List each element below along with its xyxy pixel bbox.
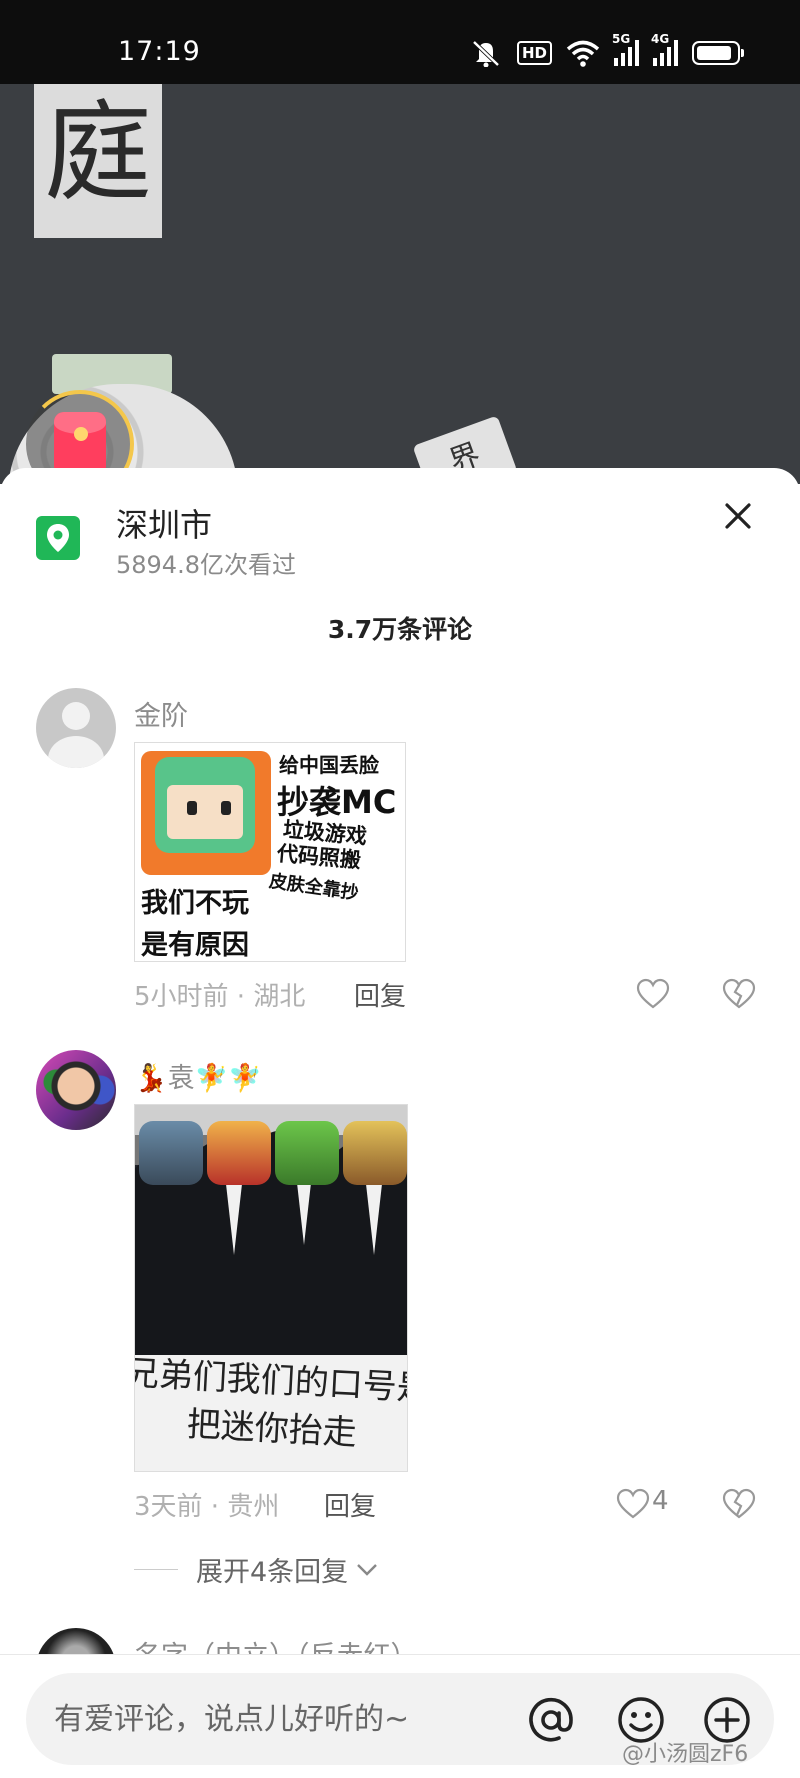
battery-icon	[692, 41, 744, 65]
comment-meta: 5小时前 · 湖北	[134, 982, 306, 1012]
mention-icon[interactable]	[526, 1695, 576, 1745]
meme-text: 我们不玩	[141, 888, 249, 919]
like-count: 4	[652, 1486, 669, 1516]
signal-4g-icon: 4G	[651, 32, 678, 66]
comment-input[interactable]	[54, 1673, 524, 1765]
heart-icon[interactable]	[636, 978, 670, 1010]
video-sign-paper: 庭	[34, 84, 162, 238]
location-name[interactable]: 深圳市	[116, 500, 212, 546]
video-player[interactable]: 庭 界	[0, 84, 800, 484]
status-time: 17:19	[118, 36, 201, 67]
broken-heart-icon[interactable]	[722, 1488, 756, 1520]
status-bar: 17:19 HD 5G 4G	[0, 0, 800, 84]
comment-sheet: 深圳市 5894.8亿次看过 3.7万条评论 金阶 给中国丢脸 抄袭MC 垃圾游…	[0, 468, 800, 1778]
watermark: @小汤圆zF6	[622, 1742, 749, 1767]
expand-replies-label: 展开4条回复	[196, 1557, 349, 1588]
meme-character-image	[141, 751, 271, 875]
meme-text: 给中国丢脸	[279, 753, 379, 777]
comment-username[interactable]: 金阶	[134, 694, 188, 733]
location-pin-icon[interactable]	[36, 516, 80, 560]
comment-image[interactable]: 兄弟们我们的口号是 把迷你抬走	[134, 1104, 408, 1472]
avatar[interactable]	[36, 688, 116, 768]
comment-meta: 3天前 · 贵州	[134, 1492, 280, 1522]
comment-count-title: 3.7万条评论	[327, 615, 473, 644]
close-icon[interactable]	[718, 496, 758, 536]
broken-heart-icon[interactable]	[722, 978, 756, 1010]
location-views: 5894.8亿次看过	[116, 551, 296, 579]
divider	[134, 1569, 178, 1570]
status-icons: HD 5G 4G	[469, 32, 744, 70]
red-packet-icon	[54, 412, 106, 476]
comment-image[interactable]: 给中国丢脸 抄袭MC 垃圾游戏 代码照搬 皮肤全靠抄 我们不玩 是有原因	[134, 742, 406, 962]
mute-icon	[472, 40, 500, 67]
chevron-down-icon	[357, 1563, 378, 1576]
hd-voice-icon: HD	[516, 41, 552, 65]
avatar[interactable]	[36, 1050, 116, 1130]
wifi-icon	[566, 40, 600, 67]
expand-replies-button[interactable]: 展开4条回复	[134, 1550, 378, 1589]
meme-suits-image	[135, 1105, 407, 1355]
reply-button[interactable]: 回复	[354, 976, 406, 1013]
signal-5g-icon: 5G	[612, 32, 639, 66]
comment-username[interactable]: 💃袁🧚🧚	[134, 1056, 262, 1095]
meme-text: 是有原因	[141, 930, 249, 961]
reply-button[interactable]: 回复	[324, 1486, 376, 1523]
heart-icon[interactable]	[616, 1488, 650, 1520]
